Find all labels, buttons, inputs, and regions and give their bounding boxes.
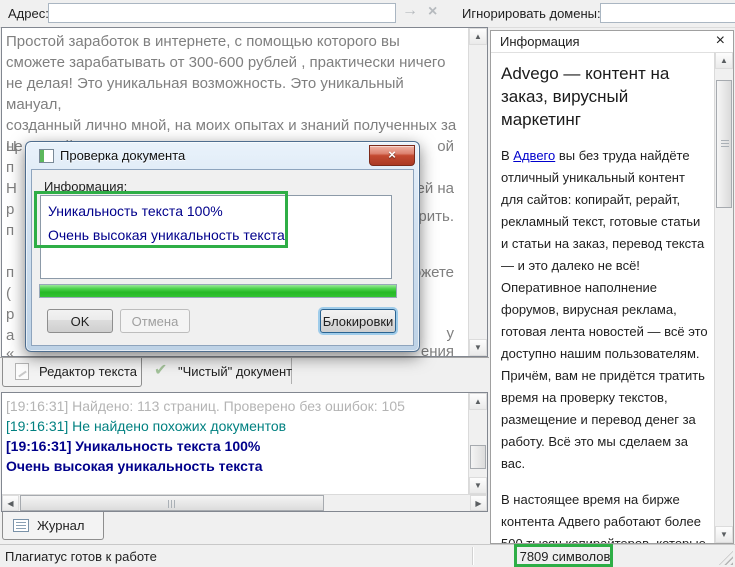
editor-text-fragment: Н: [6, 180, 17, 197]
editor-text-fragment: п: [6, 264, 14, 281]
ok-button[interactable]: OK: [47, 309, 113, 333]
scroll-down-icon[interactable]: ▼: [469, 477, 487, 494]
scroll-right-icon[interactable]: ▶: [470, 495, 487, 511]
status-separator: [472, 547, 473, 565]
editor-text-fragment: п: [6, 159, 14, 176]
page-edit-icon: [15, 363, 29, 380]
scrollbar-thumb[interactable]: [470, 445, 486, 469]
status-message: Плагиатус готов к работе: [5, 549, 157, 564]
editor-text-fragment: п: [6, 222, 14, 239]
check-document-dialog: Проверка документа × Информация: Уникаль…: [25, 141, 420, 352]
address-input[interactable]: [48, 3, 396, 23]
scroll-down-icon[interactable]: ▼: [715, 526, 733, 543]
scroll-up-icon[interactable]: ▲: [469, 28, 487, 45]
resize-grip[interactable]: [719, 551, 733, 565]
close-icon: ×: [388, 147, 396, 162]
editor-text-fragment: а: [6, 327, 14, 344]
editor-text-fragment: у: [447, 325, 455, 342]
info-paragraph: В Адвего вы без труда найдёте отличный у…: [501, 145, 708, 475]
editor-text-fragment: ей на: [416, 180, 454, 197]
log-line: Очень высокая уникальность текста: [6, 456, 461, 476]
tab-label: "Чистый" документ: [178, 364, 292, 379]
scrollbar-thumb[interactable]: [20, 495, 324, 511]
check-icon: ✔: [154, 360, 167, 380]
editor-text-fragment: Ц: [6, 138, 17, 155]
thumb-grip: [168, 500, 176, 508]
editor-text-fragment: р: [6, 306, 14, 323]
editor-text-fragment: (: [6, 285, 11, 302]
info-panel-title: Информация: [500, 34, 580, 49]
info-paragraph: В настоящее время на бирже контента Адве…: [501, 489, 708, 543]
tab-clean-document[interactable]: ✔ "Чистый" документ: [142, 358, 292, 384]
uniqueness-verdict: Очень высокая уникальность текста: [48, 223, 384, 247]
progress-fill: [40, 285, 396, 297]
address-toolbar: Адрес: → × Игнорировать домены:: [0, 0, 735, 28]
plagiatus-window: Адрес: → × Игнорировать домены: Простой …: [0, 0, 735, 567]
tab-journal[interactable]: Журнал: [2, 512, 104, 540]
tab-label: Редактор текста: [39, 364, 137, 379]
info-panel-content: Advego — контент на заказ, вирусный марк…: [491, 52, 714, 543]
log-vertical-scrollbar[interactable]: ▲ ▼: [468, 393, 487, 494]
editor-vertical-scrollbar[interactable]: ▲ ▼: [468, 28, 487, 356]
scroll-up-icon[interactable]: ▲: [715, 52, 733, 69]
log-horizontal-scrollbar[interactable]: ◀ ▶: [2, 494, 487, 511]
close-icon[interactable]: ×: [716, 32, 725, 50]
clear-address-icon[interactable]: ×: [428, 3, 437, 21]
info-panel: Информация × Advego — контент на заказ, …: [490, 30, 734, 544]
log-line: [19:16:31] Не найдено похожих документов: [6, 416, 461, 436]
scroll-left-icon[interactable]: ◀: [2, 495, 19, 511]
status-bar: Плагиатус готов к работе 7809 символов: [0, 544, 735, 567]
log-area[interactable]: [19:16:31] Найдено: 113 страниц. Провере…: [1, 392, 488, 512]
scrollbar-thumb[interactable]: [716, 80, 732, 208]
dialog-result-box[interactable]: Уникальность текста 100% Очень высокая у…: [40, 195, 392, 279]
editor-tab-bar: Редактор текста ✔ "Чистый" документ: [0, 357, 489, 392]
scroll-down-icon[interactable]: ▼: [469, 339, 487, 356]
thumb-grip: [721, 140, 729, 148]
editor-text-fragment: р: [6, 201, 14, 218]
editor-text: Простой заработок в интернете, с помощью…: [6, 31, 458, 157]
article-heading: Advego — контент на заказ, вирусный марк…: [501, 62, 708, 131]
ignore-domains-label: Игнорировать домены:: [462, 6, 601, 21]
dialog-close-button[interactable]: ×: [369, 145, 415, 166]
cancel-button[interactable]: Отмена: [120, 309, 190, 333]
tab-label: Журнал: [37, 518, 84, 533]
address-label: Адрес:: [8, 6, 49, 21]
tab-text-editor[interactable]: Редактор текста: [2, 358, 142, 387]
document-check-icon: [39, 149, 54, 163]
advego-link[interactable]: Адвего: [513, 148, 555, 163]
log-line: [19:16:31] Уникальность текста 100%: [6, 436, 461, 456]
ignore-domains-input[interactable]: [600, 3, 735, 23]
editor-text-fragment: ой: [437, 138, 454, 155]
info-panel-header: Информация ×: [491, 31, 733, 53]
log-line: [19:16:31] Найдено: 113 страниц. Провере…: [6, 396, 461, 416]
log-lines: [19:16:31] Найдено: 113 страниц. Провере…: [6, 396, 461, 476]
progress-bar: [39, 284, 397, 298]
scroll-up-icon[interactable]: ▲: [469, 393, 487, 410]
go-arrow-icon[interactable]: →: [402, 2, 418, 20]
dialog-title: Проверка документа: [60, 148, 185, 163]
uniqueness-result: Уникальность текста 100%: [48, 199, 384, 223]
journal-list-icon: [13, 519, 29, 532]
char-count: 7809 символов: [517, 549, 613, 564]
panel-vertical-scrollbar[interactable]: ▲ ▼: [714, 52, 733, 543]
dialog-info-label: Информация:: [44, 179, 127, 194]
blocks-button[interactable]: Блокировки: [320, 309, 396, 333]
journal-tab-bar: Журнал: [0, 512, 489, 543]
dialog-body: Информация: Уникальность текста 100% Оче…: [31, 169, 414, 346]
